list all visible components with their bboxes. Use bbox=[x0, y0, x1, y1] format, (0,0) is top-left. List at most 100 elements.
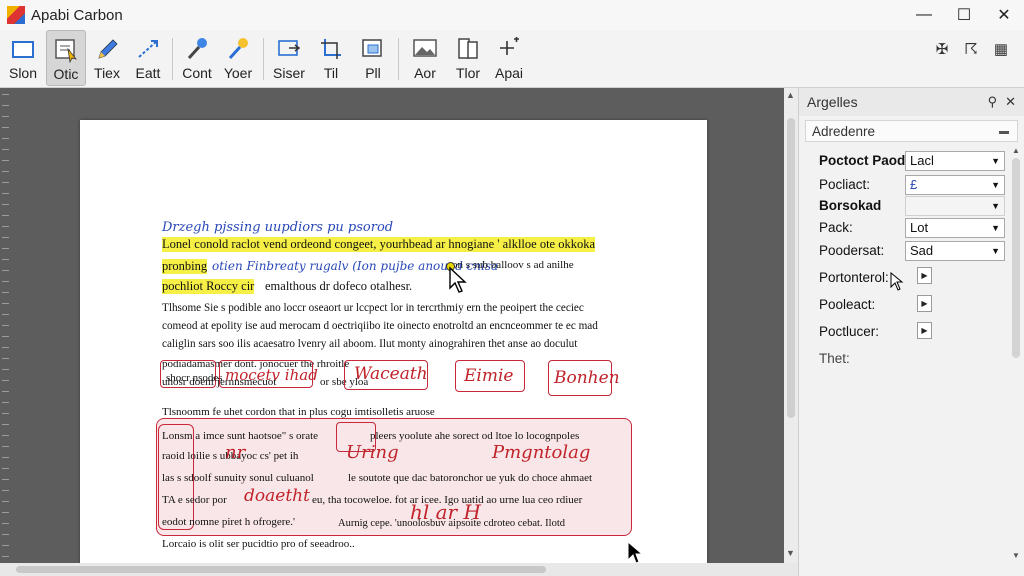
panel-title: Argelles bbox=[807, 94, 858, 110]
ruler-tick bbox=[2, 138, 9, 139]
tool-yoer[interactable]: Yoer bbox=[217, 30, 259, 86]
tool-tiex[interactable]: Tiex bbox=[86, 30, 128, 86]
chevron-down-icon: ▼ bbox=[991, 156, 1000, 166]
ruler-tick bbox=[2, 402, 9, 403]
properties-panel: Argelles ⚲ ✕ Adredenre ▬ Poctoct Paod La… bbox=[798, 88, 1024, 576]
tool-label: Apai bbox=[494, 65, 524, 81]
ruler-tick bbox=[2, 457, 9, 458]
ruler-tick bbox=[2, 534, 9, 535]
property-select[interactable]: Lot ▼ bbox=[905, 218, 1005, 238]
select-value: Lacl bbox=[910, 153, 934, 168]
scroll-up-icon[interactable]: ▲ bbox=[1012, 146, 1020, 155]
expand-arrow-button[interactable]: ▶ bbox=[917, 267, 932, 284]
text-line: comeod at epolity ise aud merocam d oect… bbox=[162, 320, 598, 332]
blue-annotation-heading: Drzegh pjssing uupdiors pu psorod bbox=[162, 220, 394, 235]
ruler-tick bbox=[2, 182, 9, 183]
ruler-tick bbox=[2, 127, 9, 128]
rectangle-select-icon bbox=[12, 41, 34, 58]
tool-slon[interactable]: Slon bbox=[0, 30, 46, 86]
ruler-tick bbox=[2, 314, 9, 315]
select-value: Lot bbox=[910, 220, 929, 235]
property-label: Pocliact: bbox=[819, 177, 871, 192]
highlighted-line: Lonel conold raclot vend ordeond congeet… bbox=[162, 237, 596, 252]
text-line: las s sdoolf sunuity sonul culuanol bbox=[162, 472, 314, 484]
ruler-tick bbox=[2, 446, 9, 447]
ribbon-right-icons: ✠ ☈ ▦ bbox=[936, 40, 1008, 58]
scroll-down-icon[interactable]: ▼ bbox=[786, 548, 795, 558]
close-button[interactable]: ✕ bbox=[984, 0, 1024, 30]
mouse-cursor-icon bbox=[890, 272, 904, 291]
property-label: Pack: bbox=[819, 220, 853, 235]
scroll-thumb[interactable] bbox=[16, 566, 546, 573]
page-icon bbox=[458, 38, 478, 59]
minimize-button[interactable]: — bbox=[904, 0, 944, 30]
ruler-tick bbox=[2, 94, 9, 95]
scroll-up-icon[interactable]: ▲ bbox=[786, 90, 795, 100]
ruler-tick bbox=[2, 336, 9, 337]
section-label: Adredenre bbox=[812, 123, 876, 139]
tool-cont[interactable]: Cont bbox=[177, 30, 217, 86]
tool-label: Eatt bbox=[135, 65, 161, 81]
horizontal-scrollbar[interactable] bbox=[0, 563, 798, 576]
vertical-scrollbar[interactable]: ▲ ▼ bbox=[784, 88, 798, 564]
property-select[interactable]: £ ▼ bbox=[905, 175, 1005, 195]
ruler-tick bbox=[2, 413, 9, 414]
property-select[interactable]: Lacl ▼ bbox=[905, 151, 1005, 171]
red-handwriting: doaetht bbox=[244, 486, 310, 506]
tool-otic[interactable]: Otic bbox=[46, 30, 86, 86]
expand-arrow-button[interactable]: ▶ bbox=[917, 322, 932, 339]
ruler-tick bbox=[2, 259, 9, 260]
property-label: Poodersat: bbox=[819, 243, 885, 258]
ruler-tick bbox=[2, 556, 9, 557]
property-select[interactable]: ▼ bbox=[905, 196, 1005, 216]
document-workspace[interactable]: Drzegh pjssing uupdiors pu psorod Lonel … bbox=[0, 88, 784, 564]
tool-aor[interactable]: Aor bbox=[403, 30, 447, 86]
grid-icon[interactable]: ▦ bbox=[994, 40, 1008, 58]
ruler-tick bbox=[2, 193, 9, 194]
ruler-tick bbox=[2, 512, 9, 513]
maximize-button[interactable]: ☐ bbox=[944, 0, 984, 30]
document-page[interactable]: Drzegh pjssing uupdiors pu psorod Lonel … bbox=[80, 120, 707, 564]
toolbar-separator bbox=[263, 38, 264, 80]
property-label: Poctlucer: bbox=[819, 324, 880, 339]
ruler-tick bbox=[2, 116, 9, 117]
tool-siser[interactable]: Siser bbox=[268, 30, 310, 86]
text-line: Lonsm a imce sunt haotsoe" s orate bbox=[162, 430, 319, 442]
pen-icon bbox=[98, 39, 118, 59]
window-title: Apabi Carbon bbox=[31, 6, 123, 24]
section-dropdown[interactable]: Adredenre ▬ bbox=[805, 120, 1018, 142]
tool-pll[interactable]: Pll bbox=[352, 30, 394, 86]
text-line: shocr nsodes bbox=[166, 372, 223, 384]
tool-label: Tlor bbox=[455, 65, 481, 81]
red-handwriting: Bonhen bbox=[554, 368, 620, 388]
text-select-icon bbox=[55, 39, 78, 63]
ruler-tick bbox=[2, 303, 9, 304]
text-line: pleers yoolute ahe sorect od ltoe lo loc… bbox=[370, 430, 580, 442]
tool-apai[interactable]: Apai bbox=[489, 30, 529, 86]
chevron-down-icon: ▼ bbox=[991, 180, 1000, 190]
layout-icon[interactable]: ☈ bbox=[964, 40, 977, 58]
text-line: le soutote que dac batoronchor ue yuk do… bbox=[348, 472, 593, 484]
ruler-tick bbox=[2, 468, 9, 469]
left-ruler bbox=[0, 88, 14, 564]
tool-til[interactable]: Til bbox=[310, 30, 352, 86]
panel-scrollbar[interactable]: ▲ ▼ bbox=[1010, 146, 1022, 566]
close-icon[interactable]: ✕ bbox=[1005, 94, 1016, 110]
scroll-thumb[interactable] bbox=[787, 118, 795, 418]
scroll-down-icon[interactable]: ▼ bbox=[1012, 551, 1020, 560]
tool-tlor[interactable]: Tlor bbox=[447, 30, 489, 86]
scroll-thumb[interactable] bbox=[1012, 158, 1020, 358]
pin-icon[interactable]: ⚲ bbox=[988, 94, 998, 110]
tool-label: Otic bbox=[53, 66, 79, 82]
tool-label: Slon bbox=[8, 65, 38, 81]
highlighter-icon bbox=[228, 38, 248, 60]
select-value: Sad bbox=[910, 243, 934, 258]
property-select[interactable]: Sad ▼ bbox=[905, 241, 1005, 261]
ruler-tick bbox=[2, 105, 9, 106]
tool-label: Yoer bbox=[223, 65, 253, 81]
tool-eatt[interactable]: Eatt bbox=[128, 30, 168, 86]
settings-icon[interactable]: ✠ bbox=[936, 40, 949, 58]
text-line: Aurnig cepe. 'unoolosbuv aipsoite cdrote… bbox=[338, 518, 565, 529]
expand-arrow-button[interactable]: ▶ bbox=[917, 295, 932, 312]
crop-tool-icon bbox=[321, 39, 341, 59]
